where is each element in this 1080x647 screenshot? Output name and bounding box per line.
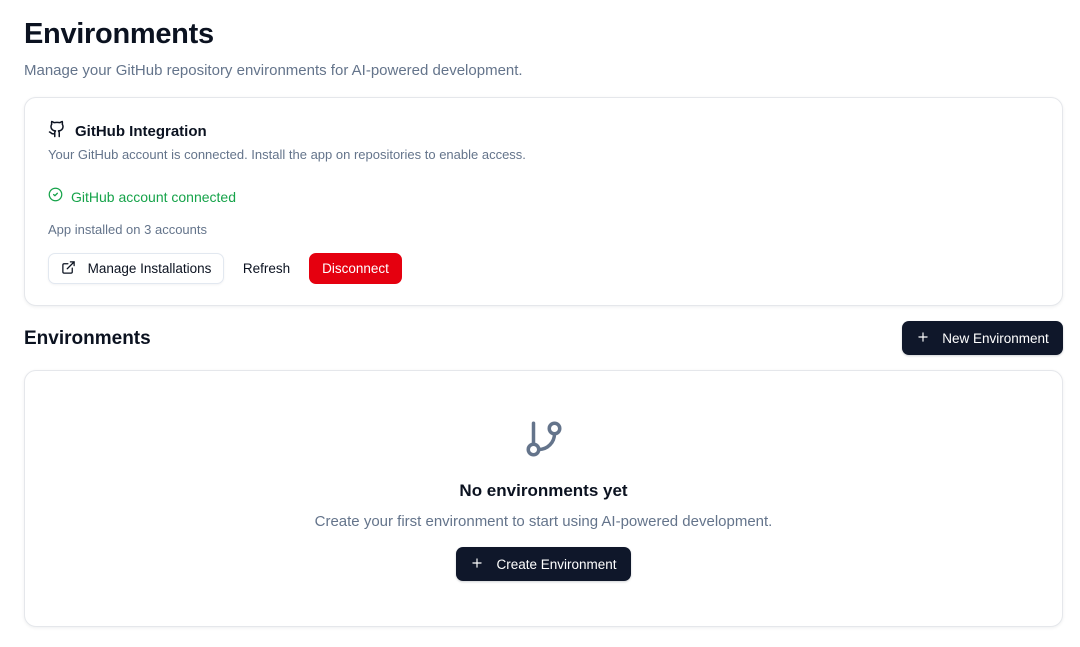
new-environment-button[interactable]: New Environment: [902, 321, 1063, 355]
empty-state-description: Create your first environment to start u…: [314, 513, 773, 530]
github-card-header: GitHub Integration: [48, 120, 207, 143]
page-subtitle: Manage your GitHub repository environmen…: [24, 62, 523, 79]
git-branch-icon: [523, 418, 565, 460]
install-info: App installed on 3 accounts: [48, 222, 207, 237]
manage-installations-label: Manage Installations: [87, 261, 212, 276]
plus-icon: [916, 330, 930, 347]
external-link-icon: [61, 260, 76, 278]
create-environment-label: Create Environment: [496, 556, 617, 572]
create-environment-button[interactable]: Create Environment: [456, 547, 631, 581]
environments-section-title: Environments: [24, 328, 151, 349]
github-card-title: GitHub Integration: [75, 123, 207, 140]
github-integration-card: GitHub Integration Your GitHub account i…: [24, 97, 1063, 306]
github-card-description: Your GitHub account is connected. Instal…: [48, 147, 526, 162]
github-actions: Manage Installations Refresh Disconnect: [48, 253, 402, 284]
github-icon: [48, 120, 66, 143]
empty-state-title: No environments yet: [459, 481, 628, 500]
refresh-button[interactable]: Refresh: [233, 253, 300, 284]
connection-status: GitHub account connected: [48, 187, 236, 207]
page-title: Environments: [24, 18, 214, 50]
check-circle-icon: [48, 187, 63, 207]
manage-installations-button[interactable]: Manage Installations: [48, 253, 224, 284]
empty-state-card: No environments yet Create your first en…: [24, 370, 1063, 627]
plus-icon: [470, 556, 484, 573]
disconnect-button[interactable]: Disconnect: [309, 253, 402, 284]
new-environment-label: New Environment: [942, 330, 1049, 346]
environments-page: Environments Manage your GitHub reposito…: [0, 0, 1080, 647]
status-text: GitHub account connected: [71, 189, 236, 205]
